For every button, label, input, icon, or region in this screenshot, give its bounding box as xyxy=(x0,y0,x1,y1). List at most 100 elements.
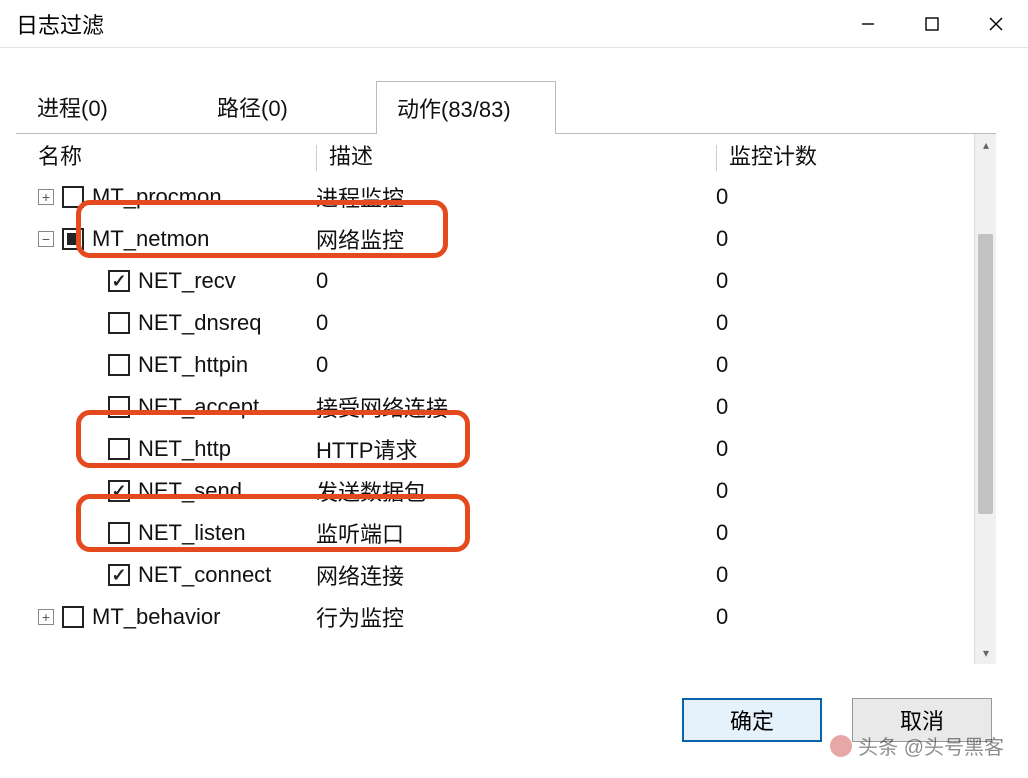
cell-desc: 0 xyxy=(316,352,716,378)
row-name-label: NET_httpin xyxy=(138,352,248,378)
table-row[interactable]: −MT_netmon网络监控0 xyxy=(16,218,974,260)
scroll-up-icon[interactable]: ▴ xyxy=(975,134,997,156)
expander-spacer xyxy=(84,273,100,289)
expander-spacer xyxy=(84,399,100,415)
header-name[interactable]: 名称 xyxy=(16,139,316,171)
cell-count: 0 xyxy=(716,394,946,420)
table-row[interactable]: NET_connect 网络连接0 xyxy=(16,554,974,596)
cell-name: NET_dnsreq xyxy=(16,310,316,336)
ok-button[interactable]: 确定 xyxy=(682,698,822,742)
cell-name: NET_accept xyxy=(16,394,316,420)
row-name-label: NET_accept xyxy=(138,394,259,420)
cell-name: NET_listen xyxy=(16,520,316,546)
scroll-thumb[interactable] xyxy=(978,234,993,514)
collapse-icon[interactable]: − xyxy=(38,231,54,247)
expander-spacer xyxy=(84,315,100,331)
row-name-label: MT_behavior xyxy=(92,604,220,630)
cell-count: 0 xyxy=(716,268,946,294)
cell-count: 0 xyxy=(716,436,946,462)
row-name-label: MT_procmon xyxy=(92,184,222,210)
window-title: 日志过滤 xyxy=(16,8,104,40)
table-row[interactable]: NET_listen 监听端口0 xyxy=(16,512,974,554)
table-row[interactable]: NET_send 发送数据包0 xyxy=(16,470,974,512)
cell-desc: 接受网络连接 xyxy=(316,391,716,423)
expander-spacer xyxy=(84,357,100,373)
row-name-label: NET_listen xyxy=(138,520,246,546)
minimize-icon xyxy=(861,17,875,31)
checkbox[interactable] xyxy=(108,396,130,418)
cell-name: − MT_netmon xyxy=(16,226,316,252)
checkbox[interactable] xyxy=(108,564,130,586)
expander-spacer xyxy=(84,441,100,457)
checkbox[interactable] xyxy=(62,606,84,628)
checkbox[interactable] xyxy=(62,186,84,208)
rows-container: +MT_procmon进程监控0−MT_netmon网络监控0NET_recv0… xyxy=(16,176,974,638)
cell-desc: HTTP请求 xyxy=(316,433,716,465)
row-name-label: NET_send xyxy=(138,478,242,504)
cell-count: 0 xyxy=(716,184,946,210)
tab-path[interactable]: 路径(0) xyxy=(196,80,376,133)
row-name-label: NET_dnsreq xyxy=(138,310,262,336)
table-row[interactable]: NET_dnsreq00 xyxy=(16,302,974,344)
expand-icon[interactable]: + xyxy=(38,609,54,625)
tab-process[interactable]: 进程(0) xyxy=(16,80,196,133)
titlebar: 日志过滤 xyxy=(0,0,1028,48)
dialog-buttons: 确定 取消 xyxy=(682,698,992,742)
checkbox[interactable] xyxy=(108,438,130,460)
cell-count: 0 xyxy=(716,604,946,630)
expander-spacer xyxy=(84,525,100,541)
cell-name: NET_http xyxy=(16,436,316,462)
table-row[interactable]: + MT_behavior 行为监控0 xyxy=(16,596,974,638)
expander-spacer xyxy=(84,483,100,499)
header-count[interactable]: 监控计数 xyxy=(716,139,946,171)
table-row[interactable]: NET_httpin 00 xyxy=(16,344,974,386)
cell-desc: 行为监控 xyxy=(316,601,716,633)
cell-count: 0 xyxy=(716,520,946,546)
window-controls xyxy=(836,0,1028,47)
row-name-label: NET_http xyxy=(138,436,231,462)
close-button[interactable] xyxy=(964,0,1028,48)
table-row[interactable]: NET_accept 接受网络连接0 xyxy=(16,386,974,428)
cell-desc: 监听端口 xyxy=(316,517,716,549)
cell-name: NET_httpin xyxy=(16,352,316,378)
checkbox[interactable] xyxy=(108,480,130,502)
expander-spacer xyxy=(84,567,100,583)
row-name-label: NET_connect xyxy=(138,562,271,588)
cell-count: 0 xyxy=(716,352,946,378)
cell-desc: 网络监控 xyxy=(316,223,716,255)
checkbox[interactable] xyxy=(108,312,130,334)
cell-name: NET_recv xyxy=(16,268,316,294)
column-headers: 名称 描述 监控计数 xyxy=(16,134,974,176)
filter-list: 名称 描述 监控计数 +MT_procmon进程监控0−MT_netmon网络监… xyxy=(16,134,996,664)
maximize-button[interactable] xyxy=(900,0,964,48)
row-name-label: MT_netmon xyxy=(92,226,209,252)
cell-name: NET_connect xyxy=(16,562,316,588)
cell-count: 0 xyxy=(716,562,946,588)
expand-icon[interactable]: + xyxy=(38,189,54,205)
table-row[interactable]: NET_recv 00 xyxy=(16,260,974,302)
cell-desc: 发送数据包 xyxy=(316,475,716,507)
cell-name: + MT_procmon xyxy=(16,184,316,210)
row-name-label: NET_recv xyxy=(138,268,236,294)
checkbox[interactable] xyxy=(108,270,130,292)
cell-desc: 0 xyxy=(316,310,716,336)
cell-desc: 进程监控 xyxy=(316,181,716,213)
scroll-down-icon[interactable]: ▾ xyxy=(975,642,997,664)
table-row[interactable]: + MT_procmon 进程监控0 xyxy=(16,176,974,218)
checkbox[interactable] xyxy=(108,522,130,544)
tab-action[interactable]: 动作(83/83) xyxy=(376,81,556,134)
cell-desc: 网络连接 xyxy=(316,559,716,591)
maximize-icon xyxy=(925,17,939,31)
table-row[interactable]: NET_http HTTP请求0 xyxy=(16,428,974,470)
tab-strip: 进程(0) 路径(0) 动作(83/83) xyxy=(16,80,996,134)
minimize-button[interactable] xyxy=(836,0,900,48)
vertical-scrollbar[interactable]: ▴ ▾ xyxy=(974,134,996,664)
checkbox[interactable] xyxy=(62,228,84,250)
close-icon xyxy=(989,17,1003,31)
cell-desc: 0 xyxy=(316,268,716,294)
cell-count: 0 xyxy=(716,478,946,504)
cancel-button[interactable]: 取消 xyxy=(852,698,992,742)
header-desc[interactable]: 描述 xyxy=(316,139,716,171)
cell-name: NET_send xyxy=(16,478,316,504)
checkbox[interactable] xyxy=(108,354,130,376)
